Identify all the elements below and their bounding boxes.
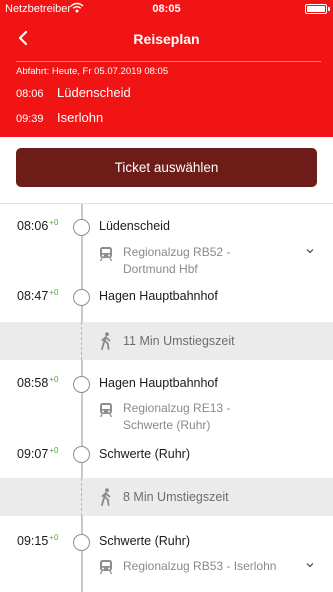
train-icon [99,247,113,262]
train-icon [99,403,113,418]
origin-station: Lüdenscheid [57,85,131,100]
walking-person-icon [101,332,111,350]
battery-icon [305,4,327,14]
stop-time: 09:07+0 [17,446,59,461]
transfer-dash-line [81,322,82,360]
walking-person-icon [101,488,111,506]
itinerary: 08:06+0 Lüdenscheid Regionalzug RB52 - D… [0,204,333,592]
delay-badge: +0 [49,446,59,455]
leg-info: Regionalzug RB53 - Iserlohn [123,558,276,575]
train-name: Regionalzug RB52 - [123,245,231,259]
leg-info: Regionalzug RB52 - Dortmund Hbf [123,244,230,278]
stop-station: Schwerte (Ruhr) [99,447,190,461]
transfer-row: 8 Min Umstiegszeit [0,478,333,516]
transfer-dash-line [81,478,82,516]
stop-node [73,219,90,236]
chevron-down-icon[interactable] [305,246,315,256]
train-name: Regionalzug RB53 - Iserlohn [123,559,277,573]
train-destination: Schwerte (Ruhr) [123,418,211,432]
departure-info: Abfahrt: Heute, Fr 05.07.2019 08:05 [16,66,169,77]
stop-time: 09:15+0 [17,533,59,548]
stop-station: Hagen Hauptbahnhof [99,289,218,303]
header: Netzbetreiber 08:05 Reiseplan Abfahrt: H… [0,0,333,137]
destination-station: Iserlohn [57,110,104,125]
delay-badge: +0 [49,375,59,384]
stop-node [73,534,90,551]
summary-destination: 09:39 Iserlohn [16,110,103,125]
transfer-time: 8 Min Umstiegszeit [123,490,229,504]
stop-time: 08:58+0 [17,375,59,390]
delay-badge: +0 [49,288,59,297]
delay-badge: +0 [49,533,59,542]
status-bar: Netzbetreiber 08:05 [0,0,333,18]
page-title: Reiseplan [133,31,200,47]
battery-cap [328,7,330,11]
stop-station: Lüdenscheid [99,219,170,233]
delay-badge: +0 [49,218,59,227]
route-line [81,516,83,592]
stop-station: Schwerte (Ruhr) [99,534,190,548]
transfer-row: 11 Min Umstiegszeit [0,322,333,360]
chevron-down-icon[interactable] [305,560,315,570]
clock: 08:05 [152,3,181,15]
select-ticket-button[interactable]: Ticket auswählen [16,148,317,187]
stop-station: Hagen Hauptbahnhof [99,376,218,390]
stop-node [73,289,90,306]
origin-time: 08:06 [16,88,44,100]
transfer-time: 11 Min Umstiegszeit [123,334,235,348]
leg-info: Regionalzug RE13 - Schwerte (Ruhr) [123,400,230,434]
stop-node [73,376,90,393]
stop-time: 08:47+0 [17,288,59,303]
stop-time: 08:06+0 [17,218,59,233]
destination-time: 09:39 [16,113,44,125]
header-divider [16,61,321,62]
train-destination: Dortmund Hbf [123,262,198,276]
stop-node [73,446,90,463]
summary-origin: 08:06 Lüdenscheid [16,85,131,100]
train-name: Regionalzug RE13 - [123,401,231,415]
train-icon [99,560,113,575]
